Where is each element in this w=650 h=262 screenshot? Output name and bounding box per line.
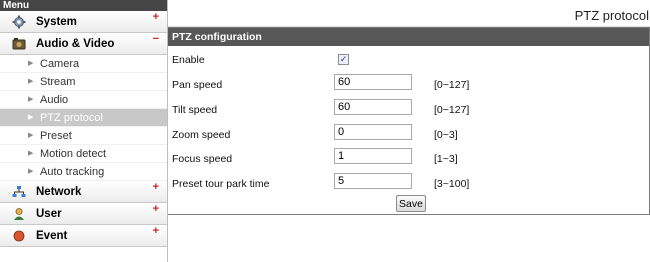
menu-category-label: Event: [36, 230, 68, 242]
preset-tour-park-time-row: Preset tour park time [3~100]: [172, 173, 642, 193]
save-button[interactable]: Save: [396, 195, 426, 212]
tilt-speed-input[interactable]: [334, 99, 412, 115]
menu-title: Menu: [0, 0, 167, 11]
sidebar-item-audio[interactable]: ▶ Audio: [0, 91, 167, 109]
menu-category-label: Network: [36, 186, 82, 198]
sidebar-item-auto-tracking[interactable]: ▶ Auto tracking: [0, 163, 167, 181]
arrow-right-icon: ▶: [28, 132, 34, 139]
tilt-speed-row: Tilt speed [0~127]: [172, 99, 642, 119]
menu-category-label: User: [36, 208, 62, 220]
menu-category-system[interactable]: System +: [0, 11, 167, 33]
arrow-right-icon: ▶: [28, 168, 34, 175]
arrow-right-icon: ▶: [28, 150, 34, 157]
enable-checkbox[interactable]: ✓: [338, 54, 349, 65]
arrow-right-icon: ▶: [28, 60, 34, 67]
preset-tour-park-time-label: Preset tour park time: [172, 178, 270, 190]
pan-speed-input[interactable]: [334, 74, 412, 90]
enable-row: Enable ✓: [172, 51, 642, 69]
main-content: PTZ protocol PTZ configuration Enable ✓ …: [167, 0, 650, 262]
sidebar-item-label: Auto tracking: [40, 166, 105, 178]
expand-icon[interactable]: +: [153, 220, 159, 242]
sidebar-item-label: Motion detect: [40, 148, 107, 160]
menu-category-network[interactable]: Network +: [0, 181, 167, 203]
menu-category-audio-video[interactable]: Audio & Video −: [0, 33, 167, 55]
arrow-right-icon: ▶: [28, 78, 34, 85]
focus-speed-row: Focus speed [1~3]: [172, 148, 642, 168]
sidebar-item-ptz-protocol[interactable]: ▶ PTZ protocol: [0, 109, 167, 127]
expand-icon[interactable]: +: [153, 6, 159, 28]
focus-speed-label: Focus speed: [172, 153, 233, 165]
tilt-speed-label: Tilt speed: [172, 104, 218, 116]
zoom-speed-row: Zoom speed [0~3]: [172, 124, 642, 144]
menu-category-label: System: [36, 16, 77, 28]
sidebar-menu: Menu System + Audio & Video − ▶ Camera ▶…: [0, 0, 167, 262]
panel-header: PTZ configuration: [168, 28, 649, 46]
sidebar-item-preset[interactable]: ▶ Preset: [0, 127, 167, 145]
enable-label: Enable: [172, 54, 205, 66]
collapse-icon[interactable]: −: [153, 28, 159, 50]
arrow-right-icon: ▶: [28, 96, 34, 103]
page-title: PTZ protocol: [168, 0, 650, 27]
menu-category-user[interactable]: User +: [0, 203, 167, 225]
sidebar-item-label: Stream: [40, 76, 76, 88]
zoom-speed-range: [0~3]: [434, 129, 458, 141]
menu-category-label: Audio & Video: [36, 38, 115, 50]
user-icon: [14, 208, 24, 220]
event-icon: [13, 230, 25, 242]
expand-icon[interactable]: +: [153, 176, 159, 198]
zoom-speed-input[interactable]: [334, 124, 412, 140]
sidebar-item-camera[interactable]: ▶ Camera: [0, 55, 167, 73]
zoom-speed-label: Zoom speed: [172, 129, 231, 141]
preset-tour-park-time-input[interactable]: [334, 173, 412, 189]
sidebar-item-stream[interactable]: ▶ Stream: [0, 73, 167, 91]
focus-speed-input[interactable]: [334, 148, 412, 164]
ptz-configuration-panel: PTZ configuration Enable ✓ Pan speed [0~…: [168, 27, 650, 215]
pan-speed-row: Pan speed [0~127]: [172, 74, 642, 94]
sidebar-item-label: Audio: [40, 94, 69, 106]
arrow-right-icon: ▶: [28, 114, 34, 121]
media-icon: [12, 38, 26, 50]
preset-tour-park-time-range: [3~100]: [434, 178, 470, 190]
menu-category-event[interactable]: Event +: [0, 225, 167, 247]
tilt-speed-range: [0~127]: [434, 104, 470, 116]
expand-icon[interactable]: +: [153, 198, 159, 220]
sidebar-item-motion-detect[interactable]: ▶ Motion detect: [0, 145, 167, 163]
sidebar-item-label: PTZ protocol: [40, 112, 103, 124]
network-icon: [12, 186, 26, 197]
sidebar-item-label: Preset: [40, 130, 72, 142]
sidebar-item-label: Camera: [40, 58, 80, 70]
pan-speed-label: Pan speed: [172, 79, 223, 91]
focus-speed-range: [1~3]: [434, 153, 458, 165]
pan-speed-range: [0~127]: [434, 79, 470, 91]
gear-icon: [12, 15, 26, 29]
